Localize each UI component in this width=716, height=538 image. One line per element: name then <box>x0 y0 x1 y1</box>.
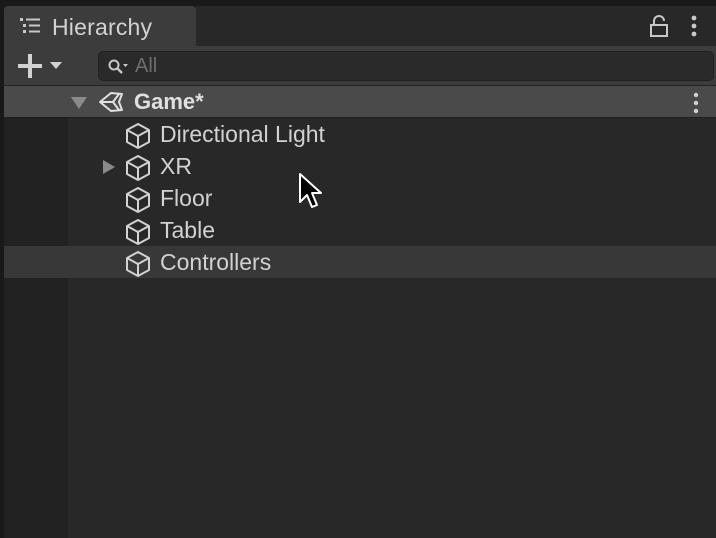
tree-item-label: Floor <box>160 185 213 211</box>
tree-item-label: Controllers <box>160 249 272 275</box>
chevron-down-icon[interactable] <box>70 96 88 110</box>
tab-hierarchy[interactable]: Hierarchy <box>4 6 196 46</box>
gameobject-cube-icon <box>126 123 150 149</box>
gameobject-cube-icon <box>126 187 150 213</box>
chevron-right-icon[interactable] <box>102 159 116 175</box>
tree-item-xr[interactable]: XR <box>68 150 716 182</box>
tab-label: Hierarchy <box>52 14 153 40</box>
lock-icon[interactable] <box>648 14 670 38</box>
scene-row-game[interactable]: Game* <box>4 86 716 118</box>
kebab-menu-icon[interactable] <box>688 92 704 114</box>
gameobject-cube-icon <box>126 155 150 181</box>
caret-down-icon <box>50 62 62 69</box>
tab-bar-background <box>196 6 716 46</box>
tree-item-directional-light[interactable]: Directional Light <box>68 118 716 150</box>
tab-bar: Hierarchy <box>0 0 716 46</box>
add-object-button[interactable] <box>16 52 72 80</box>
kebab-menu-icon[interactable] <box>686 14 702 38</box>
gameobject-cube-icon <box>126 251 150 277</box>
tree-item-controllers[interactable]: Controllers <box>4 246 716 278</box>
unity-logo-icon <box>99 92 123 112</box>
indent-gutter <box>4 118 68 538</box>
list-icon <box>20 18 40 33</box>
tree-item-label: Directional Light <box>160 121 325 147</box>
tree-item-table[interactable]: Table <box>68 214 716 246</box>
tree-item-label: XR <box>160 153 192 179</box>
hierarchy-toolbar <box>4 46 716 86</box>
gameobject-cube-icon <box>126 219 150 245</box>
search-field[interactable] <box>98 51 714 81</box>
scene-name: Game* <box>134 89 204 114</box>
hierarchy-window: Hierarchy All Game* Directional Light XR… <box>0 0 716 538</box>
tree-item-label: Table <box>160 217 215 243</box>
search-input[interactable] <box>135 52 695 80</box>
tree-item-floor[interactable]: Floor <box>68 182 716 214</box>
search-icon <box>108 59 128 74</box>
